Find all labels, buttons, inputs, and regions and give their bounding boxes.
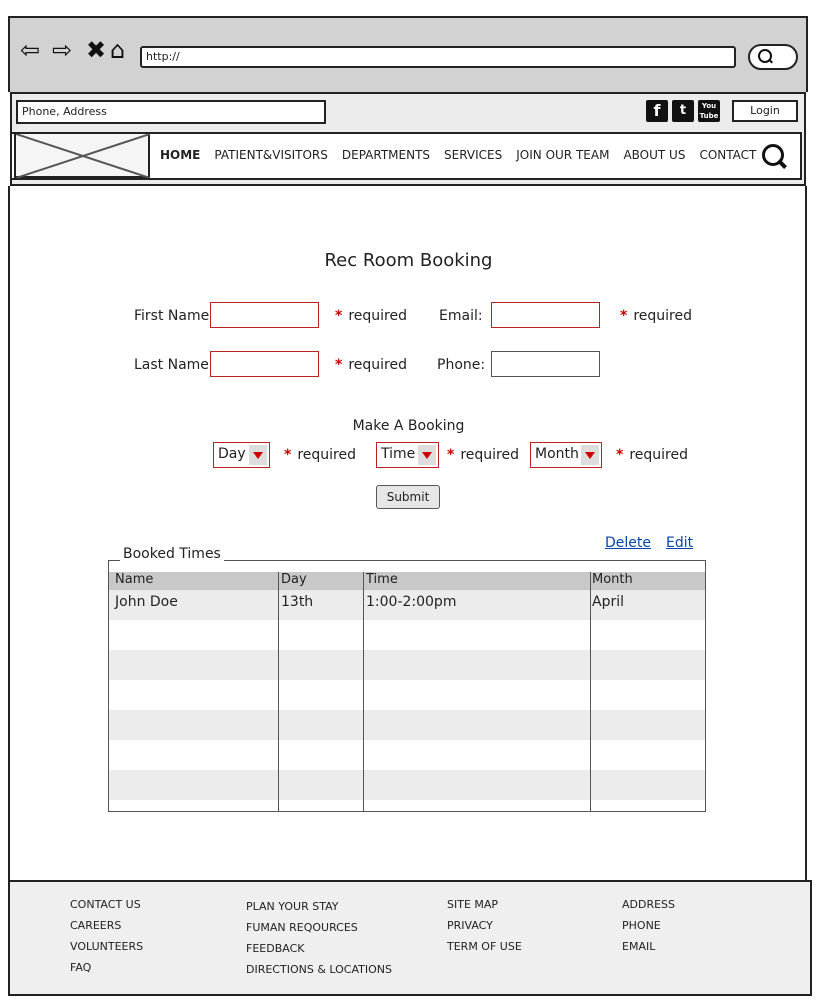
footer-link-careers[interactable]: CAREERS <box>70 915 143 936</box>
column-divider <box>278 572 279 812</box>
home-icon[interactable]: ⌂ <box>110 38 125 62</box>
nav-home[interactable]: HOME <box>160 148 200 162</box>
table-cell: John Doe <box>115 594 178 610</box>
submit-button[interactable]: Submit <box>376 485 440 509</box>
dropdown-arrow-icon <box>581 445 599 465</box>
facebook-icon[interactable]: f <box>646 100 668 122</box>
logo-placeholder <box>14 132 150 178</box>
page-title: Rec Room Booking <box>324 250 493 271</box>
delete-link[interactable]: Delete <box>605 535 651 551</box>
youtube-icon[interactable]: You Tube <box>698 100 720 122</box>
main-menu: HOME PATIENT&VISITORS DEPARTMENTS SERVIC… <box>160 148 756 162</box>
booked-times-table: Name Day Time Month John Doe 13th 1:00-2… <box>109 572 705 800</box>
booking-heading: Make A Booking <box>352 418 465 434</box>
nav-services[interactable]: SERVICES <box>444 148 502 162</box>
nav-patient-visitors[interactable]: PATIENT&VISITORS <box>214 148 328 162</box>
first-name-required: * required <box>335 308 407 324</box>
table-cell: 13th <box>281 594 314 610</box>
last-name-input[interactable] <box>210 351 319 377</box>
table-header-row: Name Day Time Month <box>109 572 705 590</box>
address-text: Phone, Address <box>22 105 107 118</box>
table-row[interactable]: John Doe 13th 1:00-2:00pm April <box>109 590 705 620</box>
dropdown-arrow-icon <box>418 445 436 465</box>
table-cell: 1:00-2:00pm <box>366 594 457 610</box>
nav-about-us[interactable]: ABOUT US <box>623 148 685 162</box>
footer-link-email[interactable]: EMAIL <box>622 936 675 957</box>
booked-times-legend: Booked Times <box>120 546 224 562</box>
table-row[interactable] <box>109 680 705 710</box>
edit-link[interactable]: Edit <box>666 535 693 551</box>
browser-search-button[interactable] <box>748 44 798 70</box>
column-header[interactable]: Time <box>366 572 398 587</box>
login-button[interactable]: Login <box>732 100 798 122</box>
footer-link-feedback[interactable]: FEEDBACK <box>246 938 392 959</box>
back-arrow-icon[interactable]: ⇦ <box>20 38 40 62</box>
search-icon <box>758 49 772 63</box>
forward-arrow-icon[interactable]: ⇨ <box>52 38 72 62</box>
image-placeholder-icon <box>16 134 150 178</box>
footer-column-3: SITE MAP PRIVACY TERM OF USE <box>447 894 522 957</box>
url-text: http:// <box>146 50 180 63</box>
page-edge-right <box>805 186 807 880</box>
day-select-value: Day <box>218 446 246 462</box>
footer-link-address[interactable]: ADDRESS <box>622 894 675 915</box>
time-required: * required <box>447 447 519 463</box>
first-name-label: First Name: <box>134 308 214 324</box>
column-divider <box>590 572 591 812</box>
table-row[interactable] <box>109 710 705 740</box>
twitter-icon[interactable]: t <box>672 100 694 122</box>
search-icon[interactable] <box>762 144 788 170</box>
footer-column-1: CONTACT US CAREERS VOLUNTEERS FAQ <box>70 894 143 978</box>
last-name-required: * required <box>335 357 407 373</box>
dropdown-arrow-icon <box>249 445 267 465</box>
footer-link-human-resources[interactable]: FUMAN REQOURCES <box>246 917 392 938</box>
footer-link-site-map[interactable]: SITE MAP <box>447 894 522 915</box>
nav-join-our-team[interactable]: JOIN OUR TEAM <box>516 148 609 162</box>
footer-link-contact-us[interactable]: CONTACT US <box>70 894 143 915</box>
table-row[interactable] <box>109 620 705 650</box>
nav-contact[interactable]: CONTACT <box>699 148 756 162</box>
month-select-value: Month <box>535 446 579 462</box>
table-row[interactable] <box>109 740 705 770</box>
footer-link-phone[interactable]: PHONE <box>622 915 675 936</box>
page-edge-left <box>8 186 10 880</box>
footer-link-terms[interactable]: TERM OF USE <box>447 936 522 957</box>
table-cell: April <box>592 594 624 610</box>
footer-column-2: PLAN YOUR STAY FUMAN REQOURCES FEEDBACK … <box>246 896 392 980</box>
day-select[interactable]: Day <box>213 442 270 468</box>
email-required: * required <box>620 308 692 324</box>
table-row[interactable] <box>109 650 705 680</box>
day-required: * required <box>284 447 356 463</box>
time-select-value: Time <box>381 446 416 462</box>
address-bar[interactable]: http:// <box>140 46 736 68</box>
first-name-input[interactable] <box>210 302 319 328</box>
email-input[interactable] <box>491 302 600 328</box>
month-select[interactable]: Month <box>530 442 602 468</box>
last-name-label: Last Name <box>134 357 209 373</box>
close-icon[interactable]: ✖ <box>86 38 106 62</box>
nav-departments[interactable]: DEPARTMENTS <box>342 148 430 162</box>
email-label: Email: <box>439 308 483 324</box>
footer-column-4: ADDRESS PHONE EMAIL <box>622 894 675 957</box>
phone-input[interactable] <box>491 351 600 377</box>
footer-link-directions[interactable]: DIRECTIONS & LOCATIONS <box>246 959 392 980</box>
column-header[interactable]: Name <box>115 572 153 587</box>
column-header[interactable]: Day <box>281 572 307 587</box>
column-header[interactable]: Month <box>592 572 633 587</box>
time-select[interactable]: Time <box>376 442 439 468</box>
table-row[interactable] <box>109 770 705 800</box>
column-divider <box>363 572 364 812</box>
footer-link-privacy[interactable]: PRIVACY <box>447 915 522 936</box>
footer-link-volunteers[interactable]: VOLUNTEERS <box>70 936 143 957</box>
footer-link-faq[interactable]: FAQ <box>70 957 143 978</box>
footer-link-plan-your-stay[interactable]: PLAN YOUR STAY <box>246 896 392 917</box>
phone-label: Phone: <box>437 357 486 373</box>
contact-info-box: Phone, Address <box>16 100 326 124</box>
month-required: * required <box>616 447 688 463</box>
